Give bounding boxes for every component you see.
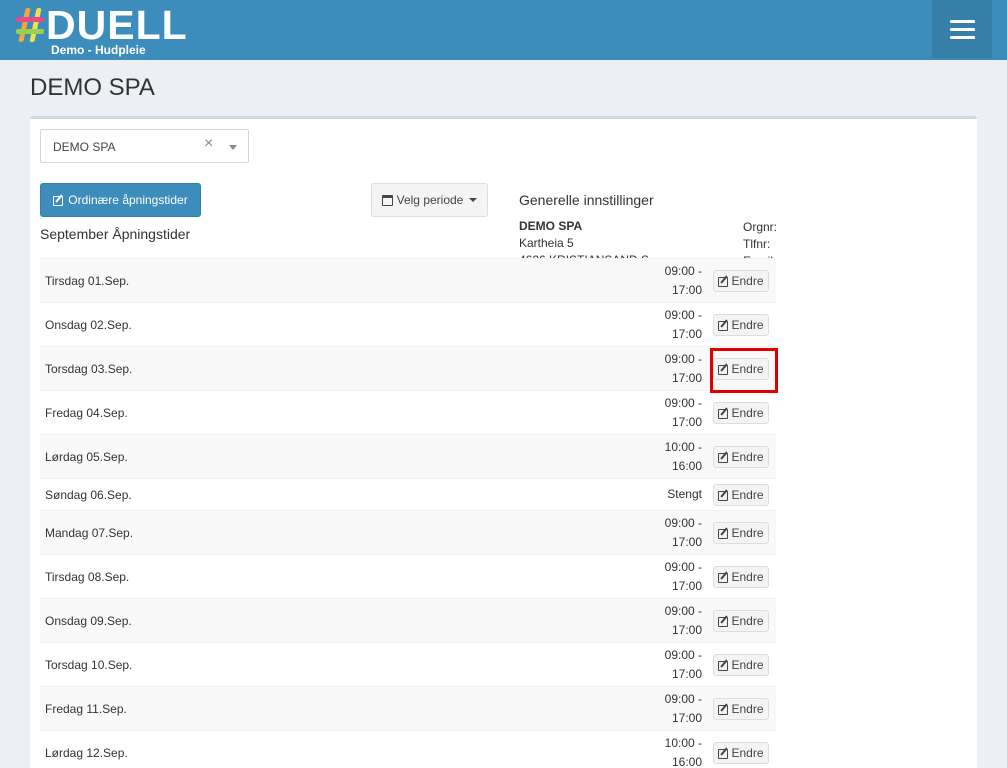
- day-label: Lørdag 12.Sep.: [45, 746, 128, 760]
- day-label: Fredag 11.Sep.: [45, 702, 127, 716]
- clear-selection-icon[interactable]: ×: [204, 135, 213, 153]
- edit-icon: [718, 704, 729, 715]
- chevron-down-icon[interactable]: [229, 145, 237, 150]
- opening-time: 09:00 -17:00: [664, 352, 702, 385]
- opening-hours-panel: DEMO SPA × Ordinære åpningstider Velg pe…: [30, 116, 977, 768]
- day-label: Tirsdag 08.Sep.: [45, 570, 130, 584]
- edit-day-button[interactable]: Endre: [713, 654, 769, 676]
- opening-time: 09:00 -17:00: [664, 560, 702, 593]
- edit-icon: [718, 452, 729, 463]
- ordinary-hours-button[interactable]: Ordinære åpningstider: [40, 183, 201, 217]
- location-select[interactable]: DEMO SPA ×: [40, 129, 249, 163]
- opening-time: 10:00 -16:00: [664, 736, 702, 768]
- table-row: Søndag 06.Sep. Stengt Endre: [40, 478, 776, 510]
- opening-time: 09:00 -17:00: [664, 692, 702, 725]
- table-row: Fredag 04.Sep. 09:00 -17:00 Endre: [40, 390, 776, 434]
- brand-subtitle: Demo - Hudpleie: [51, 43, 146, 57]
- edit-icon: [718, 408, 729, 419]
- choose-period-button[interactable]: Velg periode: [371, 183, 488, 217]
- hamburger-menu-button[interactable]: [932, 0, 992, 58]
- edit-day-button[interactable]: Endre: [713, 314, 769, 336]
- edit-icon: [718, 364, 729, 375]
- table-row: Lørdag 05.Sep. 10:00 -16:00 Endre: [40, 434, 776, 478]
- edit-day-button[interactable]: Endre: [713, 698, 769, 720]
- duell-logo[interactable]: DUELL Demo - Hudpleie: [16, 2, 196, 57]
- edit-icon: [718, 572, 729, 583]
- edit-day-button[interactable]: Endre: [713, 566, 769, 588]
- opening-time: 09:00 -17:00: [664, 396, 702, 429]
- edit-icon: [53, 195, 64, 206]
- opening-time: 09:00 -17:00: [664, 648, 702, 681]
- edit-day-button[interactable]: Endre: [713, 402, 769, 424]
- brand-name: DUELL: [46, 2, 188, 48]
- edit-icon: [718, 490, 729, 501]
- edit-day-button[interactable]: Endre: [713, 522, 769, 544]
- general-settings-title: Generelle innstillinger: [519, 192, 654, 208]
- day-label: Onsdag 02.Sep.: [45, 318, 132, 332]
- business-address: Kartheia 5: [519, 236, 574, 250]
- location-select-value: DEMO SPA: [53, 140, 116, 154]
- day-label: Tirsdag 01.Sep.: [45, 274, 130, 288]
- table-row: Tirsdag 01.Sep. 09:00 -17:00 Endre: [40, 258, 776, 302]
- table-row: Tirsdag 08.Sep. 09:00 -17:00 Endre: [40, 554, 776, 598]
- table-row: Onsdag 02.Sep. 09:00 -17:00 Endre: [40, 302, 776, 346]
- hashtag-logo-icon: [16, 8, 46, 42]
- opening-hours-table: Tirsdag 01.Sep. 09:00 -17:00 Endre Onsdag 0…: [40, 258, 776, 768]
- edit-day-button[interactable]: Endre: [713, 484, 769, 506]
- edit-day-button[interactable]: Endre: [713, 446, 769, 468]
- orgnr-label: Orgnr:: [743, 220, 778, 234]
- business-name: DEMO SPA: [519, 219, 583, 233]
- edit-day-button[interactable]: Endre: [713, 742, 769, 764]
- calendar-icon: [381, 194, 393, 206]
- edit-day-button[interactable]: Endre: [713, 270, 769, 292]
- table-row: Onsdag 09.Sep. 09:00 -17:00 Endre: [40, 598, 776, 642]
- edit-icon: [718, 528, 729, 539]
- day-label: Søndag 06.Sep.: [45, 488, 132, 502]
- table-row: Torsdag 10.Sep. 09:00 -17:00 Endre: [40, 642, 776, 686]
- opening-time: 09:00 -17:00: [664, 308, 702, 341]
- phone-label: Tlfnr:: [743, 237, 771, 251]
- caret-down-icon: [469, 198, 478, 202]
- edit-day-button[interactable]: Endre: [713, 610, 769, 632]
- edit-day-button[interactable]: Endre: [713, 358, 769, 380]
- table-row: Torsdag 03.Sep. 09:00 -17:00 Endre: [40, 346, 776, 390]
- day-label: Lørdag 05.Sep.: [45, 450, 128, 464]
- edit-icon: [718, 616, 729, 627]
- edit-icon: [718, 660, 729, 671]
- opening-time: Stengt: [667, 487, 702, 501]
- edit-icon: [718, 276, 729, 287]
- hamburger-icon: [949, 19, 975, 23]
- day-label: Torsdag 03.Sep.: [45, 362, 133, 376]
- section-title: September Åpningstider: [40, 226, 191, 242]
- opening-time: 09:00 -17:00: [664, 516, 702, 549]
- edit-icon: [718, 748, 729, 759]
- day-label: Torsdag 10.Sep.: [45, 658, 133, 672]
- opening-time: 10:00 -16:00: [664, 440, 702, 473]
- page-title: DEMO SPA: [30, 74, 155, 101]
- opening-time: 09:00 -17:00: [664, 264, 702, 297]
- table-row: Mandag 07.Sep. 09:00 -17:00 Endre: [40, 510, 776, 554]
- top-navbar: DUELL Demo - Hudpleie: [0, 0, 1007, 60]
- day-label: Fredag 04.Sep.: [45, 406, 128, 420]
- day-label: Mandag 07.Sep.: [45, 526, 134, 540]
- edit-icon: [718, 320, 729, 331]
- opening-time: 09:00 -17:00: [664, 604, 702, 637]
- day-label: Onsdag 09.Sep.: [45, 614, 132, 628]
- table-row: Lørdag 12.Sep. 10:00 -16:00 Endre: [40, 730, 776, 768]
- table-row: Fredag 11.Sep. 09:00 -17:00 Endre: [40, 686, 776, 730]
